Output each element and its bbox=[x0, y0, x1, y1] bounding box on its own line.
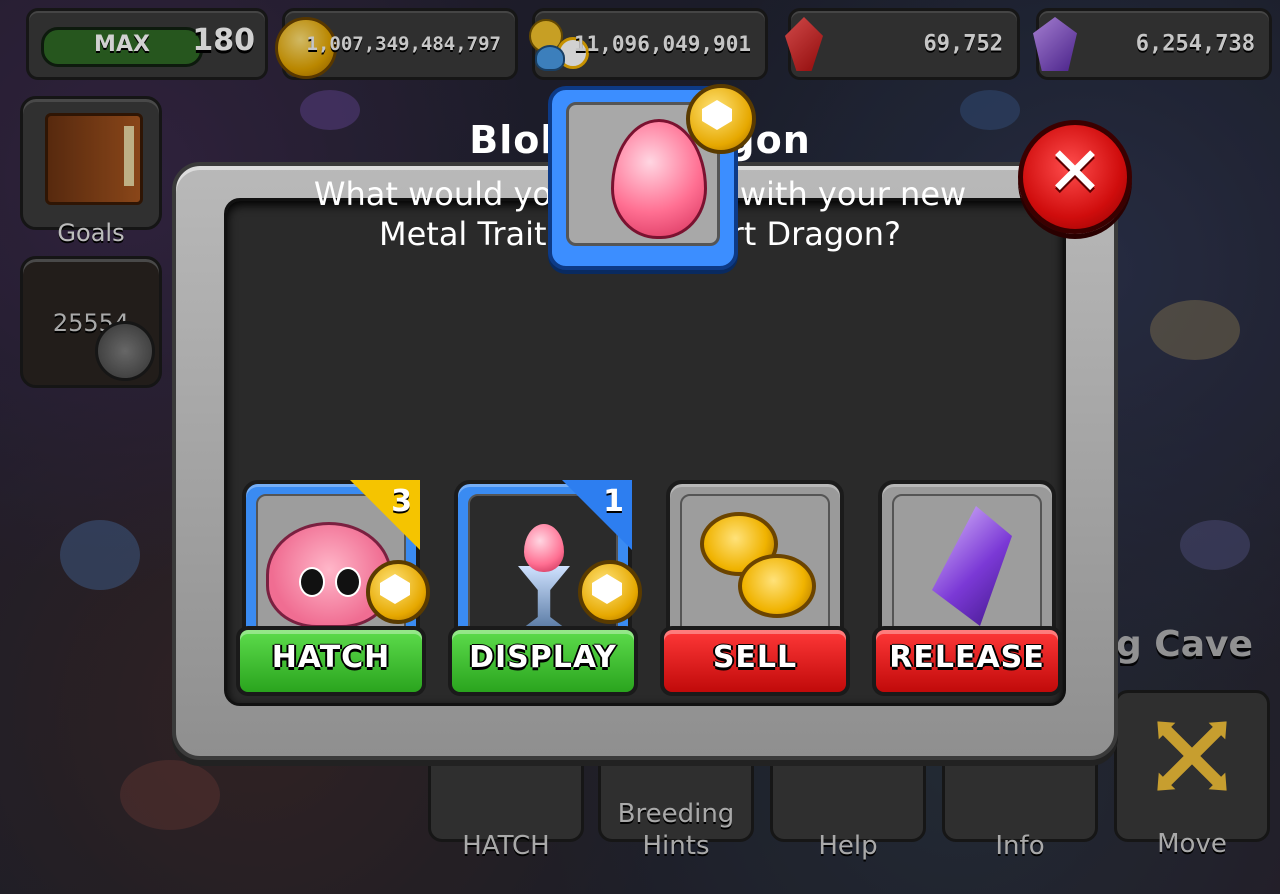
sell-card-frame bbox=[666, 480, 844, 648]
metal-trait-badge-icon bbox=[366, 560, 430, 624]
close-button[interactable]: ✕ bbox=[1018, 120, 1132, 234]
metal-trait-badge-icon bbox=[686, 84, 756, 154]
hatch-option[interactable]: 3 HATCH bbox=[236, 480, 430, 696]
sell-card-inner bbox=[680, 494, 830, 638]
hatch-card-frame: 3 bbox=[242, 480, 430, 648]
release-card-frame bbox=[878, 480, 1056, 648]
hatch-button[interactable]: HATCH bbox=[236, 626, 426, 696]
dark-crystal-icon bbox=[932, 506, 1012, 626]
pedestal-icon bbox=[518, 566, 570, 626]
gold-coin-icon bbox=[738, 554, 816, 618]
display-button[interactable]: DISPLAY bbox=[448, 626, 638, 696]
small-egg-icon bbox=[524, 524, 564, 572]
release-card-inner bbox=[892, 494, 1042, 638]
close-icon: ✕ bbox=[1046, 133, 1104, 212]
display-option[interactable]: 1 DISPLAY bbox=[448, 480, 642, 696]
display-count: 1 bbox=[603, 484, 624, 519]
sell-button[interactable]: SELL bbox=[660, 626, 850, 696]
egg-portrait bbox=[548, 84, 756, 270]
display-card-frame: 1 bbox=[454, 480, 642, 648]
no-trait-badge-icon bbox=[578, 560, 642, 624]
release-button[interactable]: RELEASE bbox=[872, 626, 1062, 696]
hatch-count: 3 bbox=[391, 484, 412, 519]
release-option[interactable]: RELEASE bbox=[872, 480, 1062, 696]
sell-option[interactable]: SELL bbox=[660, 480, 850, 696]
